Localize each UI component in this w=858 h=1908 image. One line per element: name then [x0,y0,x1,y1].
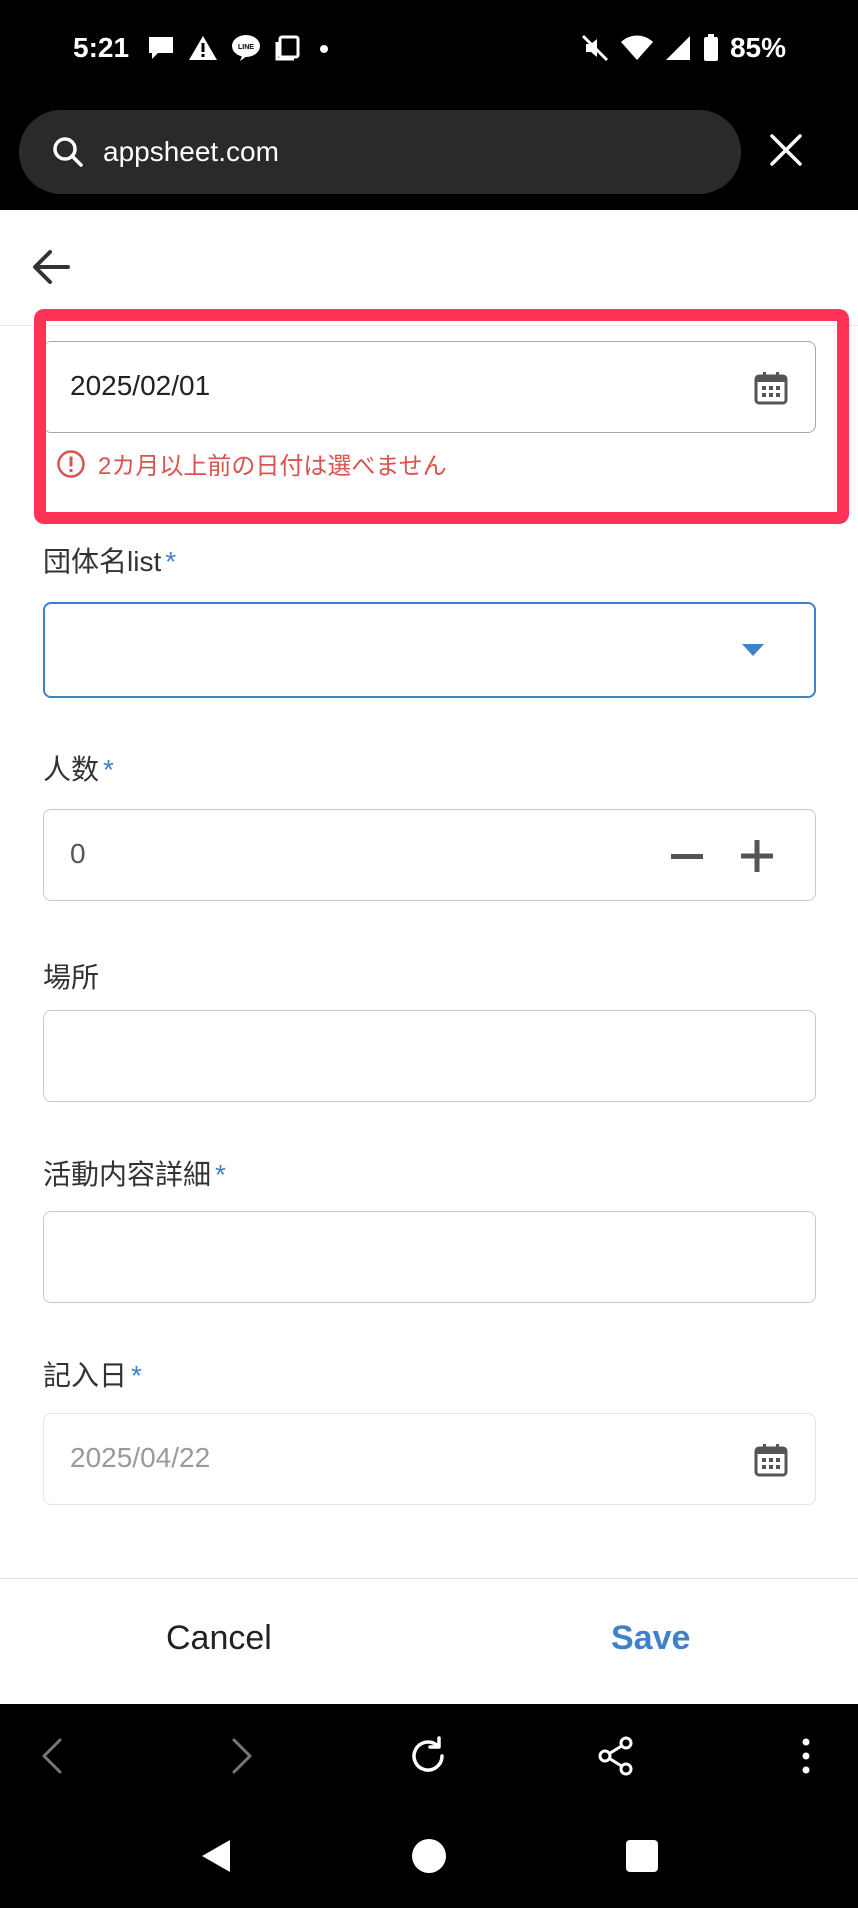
place-label: 場所 [43,956,99,996]
detail-input[interactable] [43,1211,816,1303]
square-icon [275,35,300,61]
home-icon[interactable] [409,1836,449,1876]
chevron-down-icon [742,644,764,656]
detail-label: 活動内容詳細 * [43,1153,226,1193]
more-vert-icon[interactable] [784,1734,828,1778]
entry-date-input: 2025/04/22 [43,1413,816,1505]
wifi-icon [620,35,653,60]
url-text: appsheet.com [103,136,279,167]
count-value: 0 [70,838,86,869]
save-button[interactable]: Save [611,1619,690,1658]
browser-nav-bar [0,1706,858,1806]
recents-icon[interactable] [622,1836,662,1876]
system-icons: 85% [580,32,786,64]
forward-icon[interactable] [218,1734,262,1778]
battery-icon [703,34,718,61]
url-bar[interactable]: appsheet.com [19,110,741,194]
status-bar: 5:21 LINE 85% [0,0,858,100]
back-arrow-icon[interactable] [28,244,74,290]
place-input[interactable] [43,1010,816,1102]
group-dropdown[interactable] [43,602,816,698]
back-icon[interactable] [32,1734,76,1778]
dot-icon [320,45,328,53]
count-stepper[interactable]: 0 [43,809,816,901]
browser-bar: appsheet.com [0,100,858,210]
signal-icon [665,36,690,60]
required-mark: * [215,1159,226,1190]
warning-icon [189,36,217,60]
chat-bubble-icon [149,37,173,59]
required-mark: * [131,1360,142,1391]
mute-icon [581,34,609,62]
action-bar: Cancel Save [0,1578,858,1704]
entry-date-label-text: 記入日 [43,1360,128,1391]
search-icon [53,137,83,167]
plus-icon[interactable] [739,838,775,874]
entry-date-value: 2025/04/22 [70,1442,211,1473]
highlight-box [34,309,849,524]
android-nav-bar [0,1806,858,1908]
group-label: 団体名list * [43,540,176,580]
detail-label-text: 活動内容詳細 [43,1159,212,1190]
required-mark: * [165,546,177,577]
count-label-text: 人数 [43,754,100,785]
battery-percent: 85% [729,32,786,63]
entry-date-label: 記入日 * [43,1354,142,1394]
status-time: 5:21 [73,32,130,63]
minus-icon[interactable] [669,840,705,872]
share-icon[interactable] [594,1734,638,1778]
close-icon[interactable] [766,130,806,170]
line-app-icon: LINE [232,35,260,61]
calendar-icon [754,1444,788,1477]
refresh-icon[interactable] [406,1734,450,1778]
notification-icons: LINE [146,34,334,62]
cancel-button[interactable]: Cancel [166,1619,272,1658]
group-label-text: 団体名list [43,546,162,577]
required-mark: * [103,754,114,785]
place-label-text: 場所 [43,962,100,993]
nav-back-icon[interactable] [196,1836,236,1876]
count-label: 人数 * [43,748,114,788]
svg-text:LINE: LINE [238,44,254,51]
